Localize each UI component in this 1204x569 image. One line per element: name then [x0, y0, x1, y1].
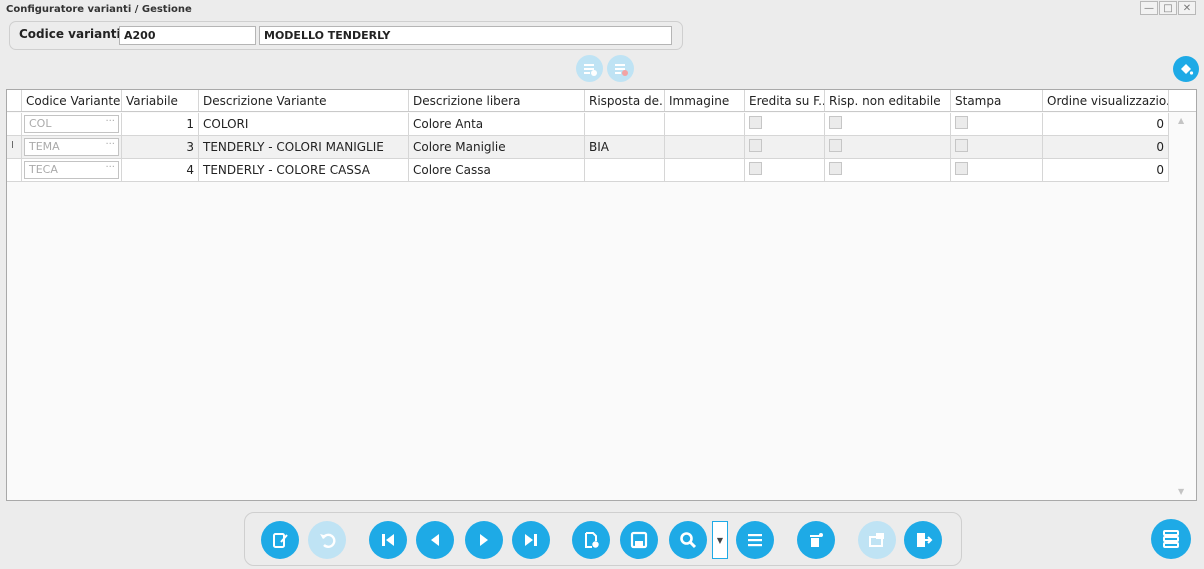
- column-header-indicator: [7, 90, 22, 111]
- navigation-toolbar: ▼: [244, 512, 962, 566]
- descrizione-libera-cell[interactable]: Colore Cassa: [409, 159, 585, 181]
- column-header-descrizione-variante[interactable]: Descrizione Variante: [199, 90, 409, 111]
- undo-icon[interactable]: [308, 521, 346, 559]
- column-header-ordine[interactable]: Ordine visualizzazio...: [1043, 90, 1169, 111]
- immagine-cell[interactable]: [665, 113, 745, 135]
- risposta-cell[interactable]: BIA: [585, 136, 665, 158]
- lookup-ellipsis-icon[interactable]: ···: [105, 162, 115, 173]
- codice-varianti-label: Codice varianti :: [19, 27, 130, 41]
- code-cell[interactable]: COL ···: [22, 113, 122, 135]
- list-icon[interactable]: [736, 521, 774, 559]
- column-header-eredita[interactable]: Eredita su F...: [745, 90, 825, 111]
- lookup-ellipsis-icon[interactable]: ···: [105, 116, 115, 127]
- minimize-button[interactable]: —: [1140, 1, 1158, 15]
- row-indicator: [7, 159, 22, 181]
- variabile-cell[interactable]: 3: [122, 136, 199, 158]
- window-controls: — □ ✕: [1139, 1, 1196, 15]
- first-record-icon[interactable]: [369, 521, 407, 559]
- search-dropdown-icon[interactable]: ▼: [712, 521, 728, 559]
- risp-non-editabile-cell: [825, 136, 951, 158]
- ordine-cell[interactable]: 0: [1043, 136, 1169, 158]
- delete-icon[interactable]: [797, 521, 835, 559]
- edit-icon[interactable]: [261, 521, 299, 559]
- risp-non-editabile-checkbox[interactable]: [829, 139, 842, 152]
- grid-header: Codice Variante Variabile Descrizione Va…: [7, 90, 1196, 112]
- exit-icon[interactable]: [904, 521, 942, 559]
- stampa-cell: [951, 113, 1043, 135]
- ordine-cell[interactable]: 0: [1043, 113, 1169, 135]
- lookup-ellipsis-icon[interactable]: ···: [105, 139, 115, 150]
- code-lookup-input[interactable]: TEMA ···: [24, 138, 119, 156]
- ordine-cell[interactable]: 0: [1043, 159, 1169, 181]
- variabile-cell[interactable]: 4: [122, 159, 199, 181]
- descrizione-libera-cell[interactable]: Colore Anta: [409, 113, 585, 135]
- variants-grid: Codice Variante Variabile Descrizione Va…: [6, 89, 1197, 501]
- close-button[interactable]: ✕: [1178, 1, 1196, 15]
- stampa-checkbox[interactable]: [955, 116, 968, 129]
- variabile-cell[interactable]: 1: [122, 113, 199, 135]
- code-cell[interactable]: TEMA ···: [22, 136, 122, 158]
- column-header-immagine[interactable]: Immagine: [665, 90, 745, 111]
- risp-non-editabile-checkbox[interactable]: [829, 116, 842, 129]
- code-value: COL: [29, 117, 52, 130]
- column-header-descrizione-libera[interactable]: Descrizione libera: [409, 90, 585, 111]
- eredita-checkbox[interactable]: [749, 116, 762, 129]
- descrizione-cell[interactable]: COLORI: [199, 113, 409, 135]
- risposta-cell[interactable]: [585, 113, 665, 135]
- eredita-checkbox[interactable]: [749, 139, 762, 152]
- row-action-buttons: [576, 55, 634, 82]
- eredita-cell: [745, 159, 825, 181]
- stampa-cell: [951, 136, 1043, 158]
- database-icon[interactable]: [1151, 519, 1191, 559]
- descrizione-cell[interactable]: TENDERLY - COLORI MANIGLIE: [199, 136, 409, 158]
- next-record-icon[interactable]: [465, 521, 503, 559]
- risp-non-editabile-checkbox[interactable]: [829, 162, 842, 175]
- copy-icon[interactable]: [858, 521, 896, 559]
- risposta-cell[interactable]: [585, 159, 665, 181]
- table-row[interactable]: TECA ··· 4 TENDERLY - COLORE CASSA Color…: [7, 159, 1169, 182]
- scroll-down-icon[interactable]: ▼: [1178, 487, 1184, 496]
- stampa-cell: [951, 159, 1043, 181]
- row-indicator: [7, 113, 22, 135]
- column-header-risposta[interactable]: Risposta de...: [585, 90, 665, 111]
- eredita-cell: [745, 136, 825, 158]
- stampa-checkbox[interactable]: [955, 139, 968, 152]
- eredita-checkbox[interactable]: [749, 162, 762, 175]
- window-title: Configuratore varianti / Gestione: [6, 4, 192, 15]
- table-row[interactable]: I TEMA ··· 3 TENDERLY - COLORI MANIGLIE …: [7, 136, 1169, 159]
- eredita-cell: [745, 113, 825, 135]
- add-row-icon[interactable]: [576, 55, 603, 82]
- new-record-icon[interactable]: [572, 521, 610, 559]
- column-header-codice-variante[interactable]: Codice Variante: [22, 90, 122, 111]
- header-panel: Codice varianti : A200 MODELLO TENDERLY: [9, 21, 683, 50]
- column-header-risp-non-editabile[interactable]: Risp. non editabile: [825, 90, 951, 111]
- paint-bucket-icon[interactable]: [1173, 56, 1199, 82]
- vertical-scrollbar[interactable]: ▲ ▼: [1169, 112, 1196, 500]
- column-header-stampa[interactable]: Stampa: [951, 90, 1043, 111]
- risp-non-editabile-cell: [825, 159, 951, 181]
- column-header-variabile[interactable]: Variabile: [122, 90, 199, 111]
- search-icon[interactable]: [669, 521, 707, 559]
- code-lookup-input[interactable]: TECA ···: [24, 161, 119, 179]
- descrizione-libera-cell[interactable]: Colore Maniglie: [409, 136, 585, 158]
- risp-non-editabile-cell: [825, 113, 951, 135]
- code-cell[interactable]: TECA ···: [22, 159, 122, 181]
- description-input[interactable]: MODELLO TENDERLY: [259, 26, 672, 45]
- immagine-cell[interactable]: [665, 136, 745, 158]
- code-input[interactable]: A200: [119, 26, 256, 45]
- descrizione-cell[interactable]: TENDERLY - COLORE CASSA: [199, 159, 409, 181]
- code-value: TECA: [29, 163, 58, 176]
- previous-record-icon[interactable]: [416, 521, 454, 559]
- save-icon[interactable]: [620, 521, 658, 559]
- table-row[interactable]: COL ··· 1 COLORI Colore Anta 0: [7, 113, 1169, 136]
- stampa-checkbox[interactable]: [955, 162, 968, 175]
- last-record-icon[interactable]: [512, 521, 550, 559]
- code-value: TEMA: [29, 140, 60, 153]
- remove-row-icon[interactable]: [607, 55, 634, 82]
- code-lookup-input[interactable]: COL ···: [24, 115, 119, 133]
- scroll-up-icon[interactable]: ▲: [1178, 116, 1184, 125]
- row-indicator: I: [7, 136, 22, 158]
- immagine-cell[interactable]: [665, 159, 745, 181]
- maximize-button[interactable]: □: [1159, 1, 1177, 15]
